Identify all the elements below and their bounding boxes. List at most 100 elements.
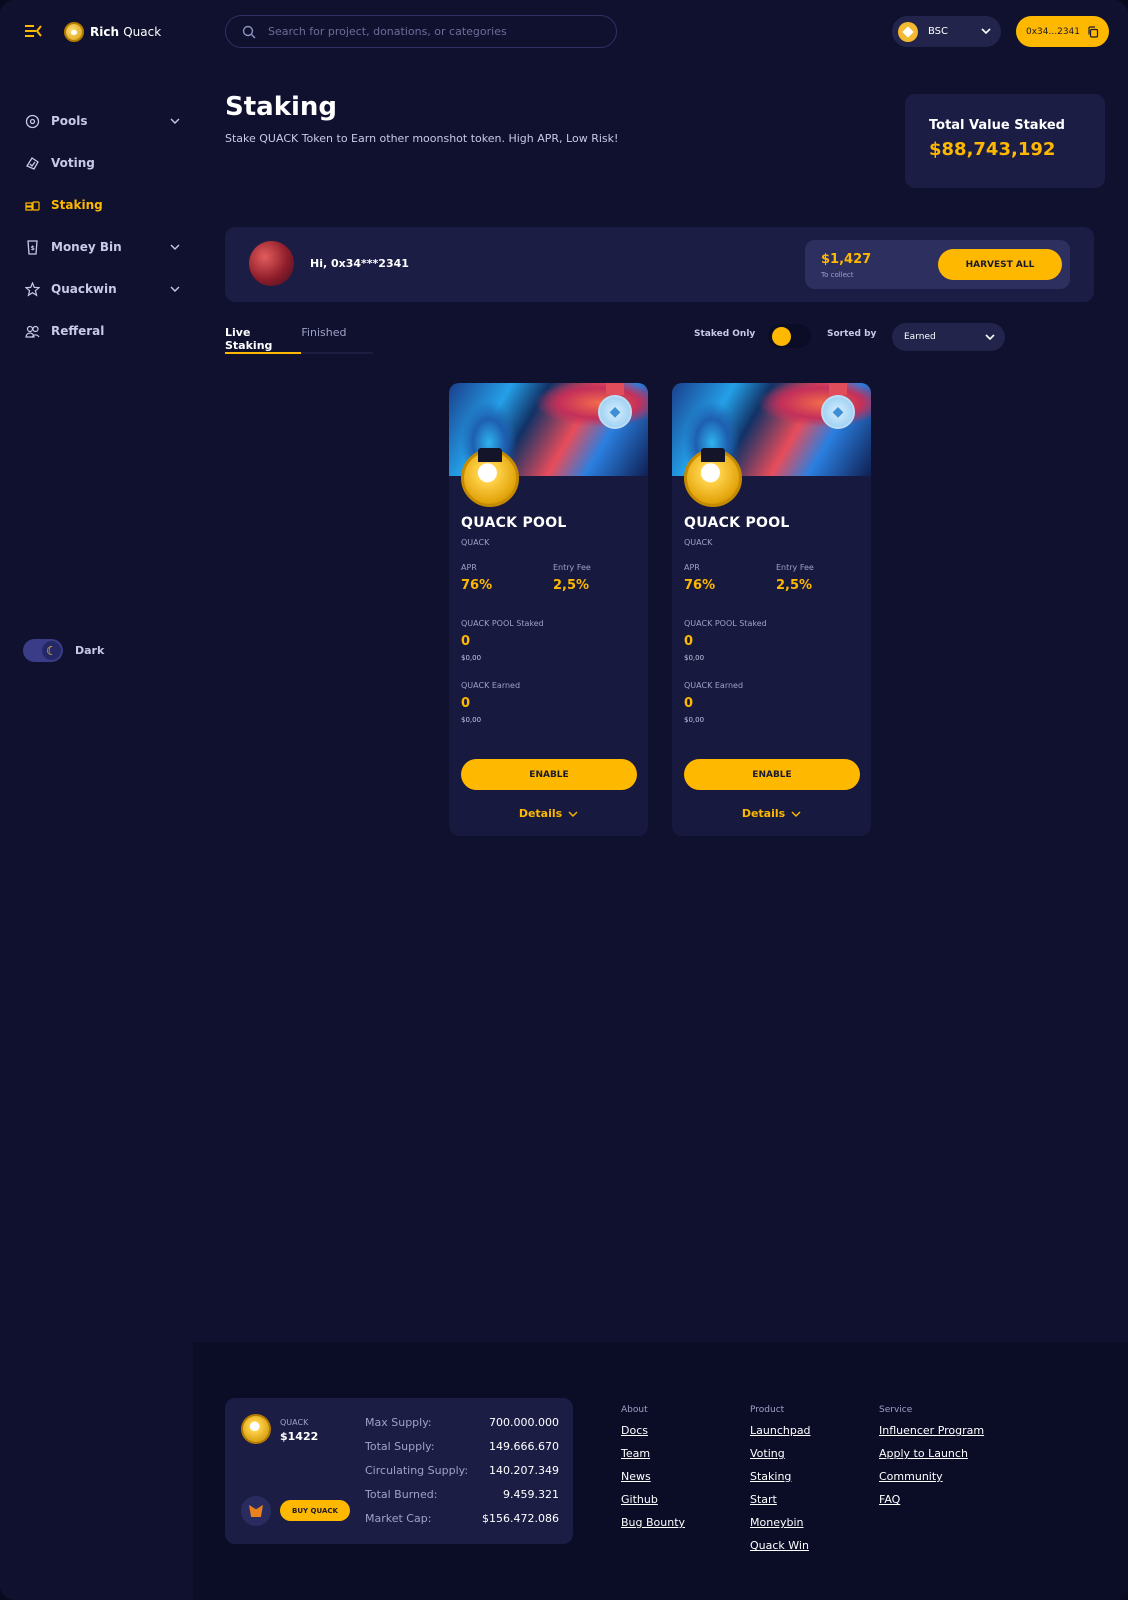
collect-value: $1,427 [821, 252, 872, 267]
sort-select[interactable]: Earned [892, 323, 1005, 351]
greeting-text: Hi, 0x34***2341 [310, 257, 409, 270]
wallet-address: 0x34...2341 [1026, 26, 1080, 37]
stat-value: $156.472.086 [482, 1512, 559, 1525]
footer-column-title: Product [750, 1405, 785, 1415]
details-toggle[interactable]: Details [449, 807, 648, 820]
earned-usd: $0,00 [461, 716, 482, 724]
footer-link[interactable]: Community [879, 1469, 984, 1484]
staked-usd: $0,00 [461, 654, 482, 662]
chevron-down-icon [985, 333, 995, 340]
greeting-panel: Hi, 0x34***2341 $1,427 To collect HARVES… [225, 227, 1094, 302]
sort-value: Earned [904, 332, 936, 342]
footer-link[interactable]: Launchpad [750, 1423, 811, 1438]
tab-live-staking[interactable]: Live Staking [225, 326, 302, 354]
apr-value: 76% [461, 578, 493, 593]
page-subtitle: Stake QUACK Token to Earn other moonshot… [225, 132, 619, 145]
footer-link[interactable]: Quack Win [750, 1538, 811, 1553]
pool-card: ◆ QUACK POOL QUACK APR 76% Entry Fee 2,5… [449, 383, 648, 836]
earned-label: QUACK Earned [684, 681, 744, 690]
footer-column-service: Service Influencer Program Apply to Laun… [879, 1405, 984, 1515]
pool-card: ◆ QUACK POOL QUACK APR 76% Entry Fee 2,5… [672, 383, 871, 836]
buy-quack-button[interactable]: BUY QUACK [280, 1500, 350, 1521]
footer-column-product: Product Launchpad Voting Staking Start M… [750, 1405, 811, 1561]
pools-icon [24, 113, 40, 129]
stat-row: Market Cap: $156.472.086 [365, 1512, 559, 1525]
toggle-knob [772, 327, 791, 346]
stat-label: Total Burned: [365, 1488, 438, 1501]
enable-button[interactable]: ENABLE [461, 759, 637, 790]
footer-link[interactable]: News [621, 1469, 685, 1484]
apr-label: APR [461, 563, 477, 572]
sidebar-item-label: Money Bin [51, 240, 122, 254]
chevron-down-icon[interactable] [170, 118, 180, 124]
copy-icon[interactable] [1087, 25, 1099, 38]
app-logo[interactable]: Rich Quack [64, 22, 161, 42]
chevron-down-icon [791, 811, 801, 817]
stat-row: Total Burned: 9.459.321 [365, 1488, 559, 1501]
sidebar-item-label: Refferal [51, 324, 105, 338]
footer-link[interactable]: Bug Bounty [621, 1515, 685, 1530]
chevron-down-icon[interactable] [170, 286, 180, 292]
footer-link[interactable]: Influencer Program [879, 1423, 984, 1438]
footer-link[interactable]: Staking [750, 1469, 811, 1484]
footer-link[interactable]: Start [750, 1492, 811, 1507]
sidebar-nav: Pools Voting Staking $ Money Bin Quackwi… [24, 100, 180, 352]
sidebar-item-label: Quackwin [51, 282, 117, 296]
pool-symbol: QUACK [461, 538, 490, 547]
footer-link[interactable]: Team [621, 1446, 685, 1461]
quack-coin-icon [241, 1414, 271, 1444]
footer-link[interactable]: Github [621, 1492, 685, 1507]
harvest-all-button[interactable]: HARVEST ALL [938, 249, 1062, 280]
bnb-icon [898, 21, 918, 42]
earned-usd: $0,00 [684, 716, 705, 724]
footer-link[interactable]: Moneybin [750, 1515, 811, 1530]
chevron-down-icon[interactable] [170, 244, 180, 250]
sidebar-item-label: Voting [51, 156, 95, 170]
enable-button[interactable]: ENABLE [684, 759, 860, 790]
search-bar[interactable] [225, 15, 617, 48]
duck-token-icon [461, 448, 519, 507]
medal-ribbon [606, 383, 624, 395]
footer-link[interactable]: Docs [621, 1423, 685, 1438]
logo-bold: Rich [90, 25, 120, 39]
sidebar-item-voting[interactable]: Voting [24, 142, 180, 184]
svg-text:$: $ [30, 245, 34, 252]
metamask-fox-icon[interactable] [241, 1496, 271, 1526]
details-toggle[interactable]: Details [672, 807, 871, 820]
sidebar-item-staking[interactable]: Staking [24, 184, 180, 226]
token-stats-panel: QUACK $1422 BUY QUACK Max Supply: 700.00… [225, 1398, 573, 1544]
chain-selector[interactable]: BSC [892, 16, 1001, 47]
staked-only-toggle[interactable] [768, 324, 811, 348]
search-input[interactable] [268, 25, 588, 38]
sidebar-item-pools[interactable]: Pools [24, 100, 180, 142]
sidebar-item-refferal[interactable]: Refferal [24, 310, 180, 352]
stat-label: Max Supply: [365, 1416, 432, 1429]
sidebar-item-label: Staking [51, 198, 103, 212]
voting-icon [24, 155, 40, 171]
medal-ribbon [829, 383, 847, 395]
staked-value: 0 [461, 634, 471, 649]
footer-link[interactable]: Apply to Launch [879, 1446, 984, 1461]
theme-toggle[interactable]: ☾ Dark [23, 639, 104, 662]
money-bin-icon: $ [24, 239, 40, 255]
details-label: Details [518, 807, 563, 820]
footer-link[interactable]: FAQ [879, 1492, 984, 1507]
diamond-medal-icon: ◆ [598, 395, 632, 429]
avatar[interactable] [249, 241, 294, 286]
sidebar-item-money-bin[interactable]: $ Money Bin [24, 226, 180, 268]
staked-only-label: Staked Only [694, 329, 756, 339]
staked-usd: $0,00 [684, 654, 705, 662]
wallet-button[interactable]: 0x34...2341 [1016, 16, 1109, 47]
staked-label: QUACK POOL Staked [461, 619, 544, 628]
collapse-menu-icon[interactable] [24, 22, 44, 40]
sidebar-item-quackwin[interactable]: Quackwin [24, 268, 180, 310]
stat-row: Circulating Supply: 140.207.349 [365, 1464, 559, 1477]
stat-value: 9.459.321 [503, 1488, 559, 1501]
theme-toggle-track[interactable]: ☾ [23, 639, 63, 662]
entry-fee-value: 2,5% [776, 578, 813, 593]
apr-label: APR [684, 563, 700, 572]
footer-link[interactable]: Voting [750, 1446, 811, 1461]
tab-finished[interactable]: Finished [301, 326, 375, 352]
page-title: Staking [225, 92, 338, 122]
chevron-down-icon [568, 811, 578, 817]
